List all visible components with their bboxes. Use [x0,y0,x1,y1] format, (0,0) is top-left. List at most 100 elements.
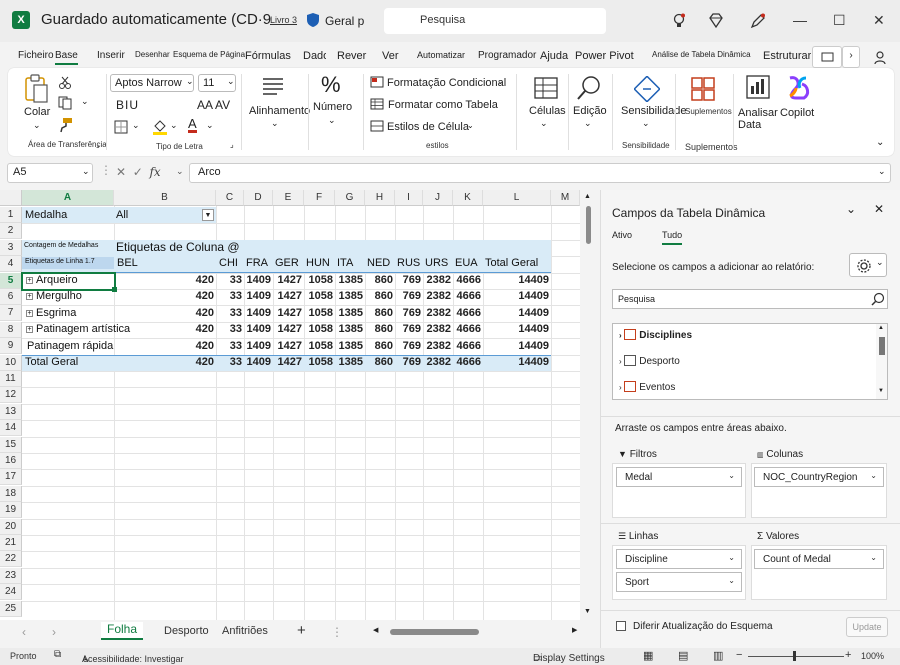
row-field-discipline[interactable]: Discipline ⌄ [616,549,742,569]
pivot-value-cell[interactable]: 860 [375,307,393,319]
row-header[interactable]: 17 [0,469,22,485]
pivot-value-cell[interactable]: 420 [196,340,214,352]
pivot-value-cell[interactable]: 1409 [247,323,271,335]
pane-options-chevron-icon[interactable]: ⌄ [846,202,856,216]
pivot-value-cell[interactable]: 860 [375,356,393,368]
alignment-dropdown[interactable]: ⌄ [271,118,279,129]
pivot-value-cell[interactable]: 420 [196,323,214,335]
comments-button[interactable] [812,46,842,68]
field-search-input[interactable]: Pesquisa [612,289,888,309]
pivot-value-cell[interactable]: 33 [230,340,242,352]
addins-button[interactable]: Suplementos [685,107,732,116]
pivot-value-cell[interactable]: 769 [403,290,421,302]
search-box[interactable]: Pesquisa [384,8,606,34]
pivot-value-cell[interactable]: 860 [375,290,393,302]
pivot-value-cell[interactable]: 2382 [427,323,451,335]
row-header[interactable]: 4 [0,256,22,272]
font-name-box[interactable]: Aptos Narrow [110,74,194,92]
field-table-desporto[interactable]: › Desporto [619,355,680,367]
row-header[interactable]: 2 [0,223,22,239]
pivot-value-cell[interactable]: 420 [196,290,214,302]
pivot-value-cell[interactable]: 769 [403,323,421,335]
pen-icon[interactable] [749,12,767,30]
sensitivity-label[interactable]: Geral p [325,14,364,28]
cell-styles-icon[interactable] [370,120,384,132]
horizontal-scrollbar[interactable]: ◀ ▶ [373,626,581,637]
tab-ajuda[interactable]: Ajuda [540,50,568,62]
pivot-value-cell[interactable]: 2382 [427,340,451,352]
pivot-value-cell[interactable]: 1385 [339,356,363,368]
row-header[interactable]: 1 [0,207,22,223]
pivot-value-cell[interactable]: 2382 [427,274,451,286]
pivot-value-cell[interactable]: 1427 [278,340,302,352]
conditional-format-icon[interactable] [370,76,384,88]
row-header[interactable]: 14 [0,420,22,436]
column-header-m[interactable]: M [551,190,580,206]
search-icon[interactable] [576,74,604,102]
pivot-value-cell[interactable]: 33 [230,274,242,286]
pivot-value-cell[interactable]: 1385 [339,340,363,352]
pivot-value-cell[interactable]: 1409 [247,356,271,368]
tab-estruturar[interactable]: Estruturar [763,50,811,62]
sheet-tab-desporto[interactable]: Desporto [164,625,209,637]
add-sheet-button[interactable]: + [297,622,306,639]
bold-italic-underline-buttons[interactable]: BIU [116,98,139,112]
clipboard-launcher-icon[interactable]: ⌟ [96,140,100,149]
pivot-value-cell[interactable]: 1385 [339,274,363,286]
update-button[interactable]: Update [846,617,888,637]
conditional-format-dropdown[interactable]: ⌄ [497,77,504,86]
lightbulb-icon[interactable] [670,12,688,30]
h-scroll-thumb[interactable] [390,629,479,635]
zoom-out-button[interactable]: − [736,649,742,661]
column-header-g[interactable]: G [335,190,365,206]
pivot-value-cell[interactable]: 769 [403,356,421,368]
column-header-h[interactable]: H [365,190,395,206]
pivot-value-cell[interactable]: 1058 [309,356,333,368]
select-all-corner[interactable] [0,190,22,206]
row-header[interactable]: 20 [0,519,22,535]
pivot-value-cell[interactable]: 1409 [247,274,271,286]
paste-icon[interactable] [22,74,50,104]
column-header-c[interactable]: C [216,190,244,206]
cells-icon[interactable] [533,76,559,100]
cut-icon[interactable] [58,76,72,90]
row-field-sport[interactable]: Sport ⌄ [616,572,742,592]
grow-shrink-font-buttons[interactable]: AA AV [197,98,230,112]
row-header[interactable]: 6 [0,289,22,305]
page-layout-icon[interactable]: ▤ [678,649,688,662]
field-list-scrollbar[interactable]: ▲ ▼ [876,324,887,399]
more-sheets-icon[interactable]: ⋮ [331,625,343,639]
field-table-eventos[interactable]: › Eventos [619,381,675,393]
pivot-value-cell[interactable]: 1409 [247,290,271,302]
row-header[interactable]: 9 [0,338,22,354]
number-button[interactable]: Número [313,101,352,113]
zoom-level[interactable]: 100% [861,651,884,661]
scroll-right-icon[interactable]: ▶ [572,626,577,634]
row-header[interactable]: 19 [0,502,22,518]
normal-view-icon[interactable]: ▦ [643,649,653,662]
tab-ver[interactable]: Ver [382,50,399,62]
pivot-value-cell[interactable]: 860 [375,340,393,352]
pivot-value-cell[interactable]: 860 [375,274,393,286]
row-label[interactable]: + Esgrima [26,307,76,319]
rows-area[interactable]: Discipline ⌄ Sport ⌄ [612,545,746,600]
name-box[interactable]: A5 [7,163,93,183]
pivot-total-cell[interactable]: 14409 [518,274,549,286]
columns-area[interactable]: NOC_CountryRegion ⌄ [751,463,887,518]
pivot-value-cell[interactable]: 1427 [278,323,302,335]
cell-styles-button[interactable]: Estilos de Célula [387,121,469,133]
column-header-e[interactable]: E [273,190,304,206]
number-dropdown[interactable]: ⌄ [328,115,336,126]
formula-input[interactable]: Arco [189,163,891,183]
tab-esquema[interactable]: Esquema de Página [173,50,245,59]
close-button[interactable]: ✕ [873,12,885,29]
row-header[interactable]: 22 [0,551,22,567]
row-header[interactable]: 21 [0,535,22,551]
cells-dropdown[interactable]: ⌄ [540,118,548,129]
pivot-value-cell[interactable]: 769 [403,307,421,319]
tab-programador[interactable]: Programador [478,50,536,61]
column-header-b[interactable]: B [114,190,216,206]
pane-tab-all[interactable]: Tudo [662,230,683,245]
row-header[interactable]: 3 [0,240,22,256]
row-header[interactable]: 5 [0,273,22,289]
